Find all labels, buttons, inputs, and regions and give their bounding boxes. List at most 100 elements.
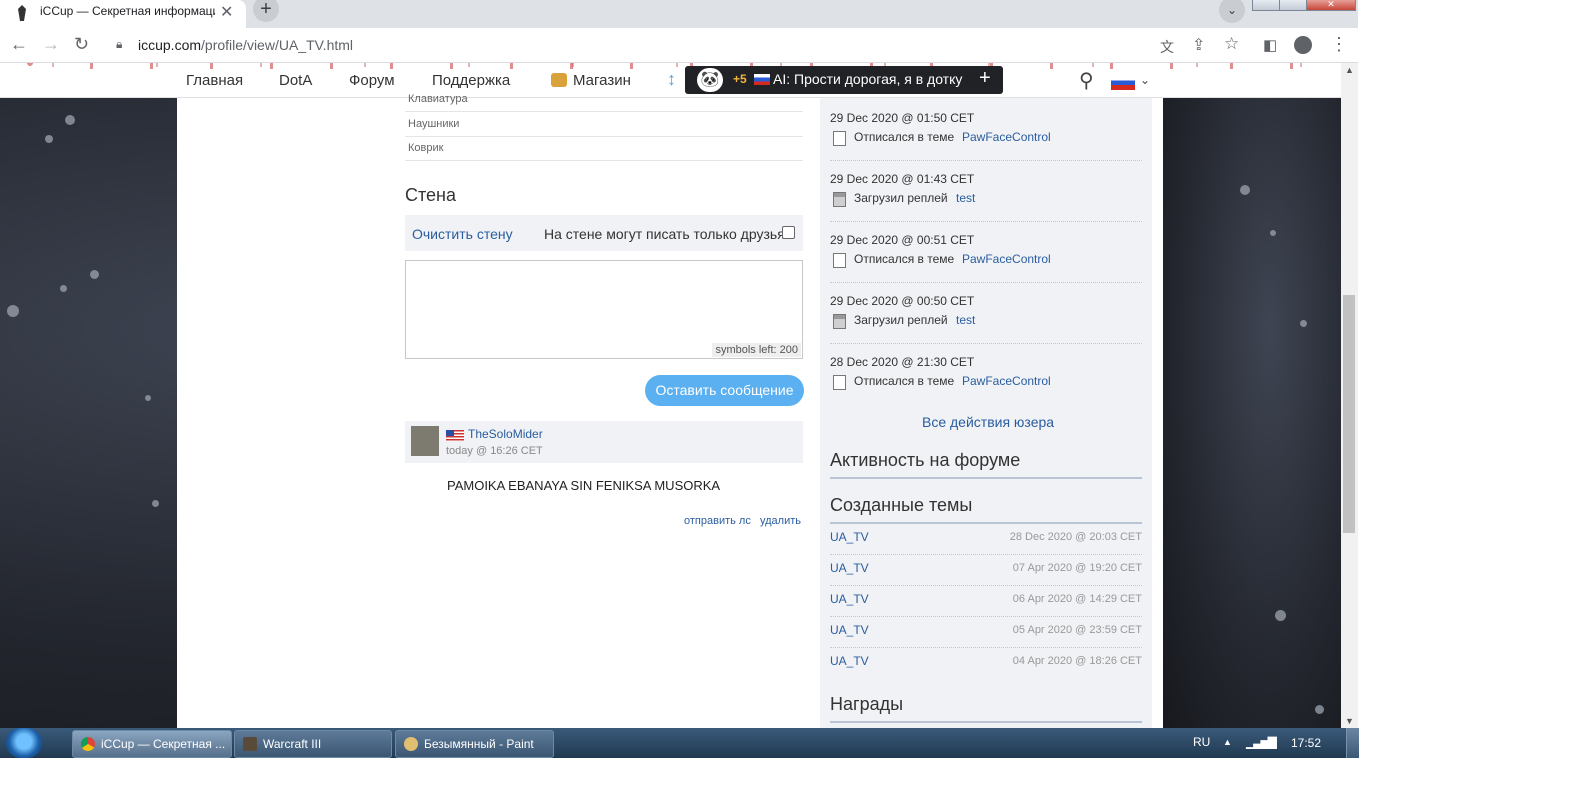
topic-row: UA_TV 28 Dec 2020 @ 20:03 CET bbox=[830, 524, 1142, 555]
post-icon bbox=[833, 375, 846, 390]
delete-post-link[interactable]: удалить bbox=[760, 515, 801, 527]
browser-tab-bar: iCCup — Секретная информаци ✕ + ⌄ ✕ bbox=[0, 0, 1358, 28]
activity-link[interactable]: PawFaceControl bbox=[962, 374, 1051, 388]
page-scrollbar[interactable]: ▲ ▼ bbox=[1341, 63, 1358, 728]
topic-link[interactable]: UA_TV bbox=[830, 561, 869, 575]
avatar[interactable] bbox=[411, 426, 439, 456]
activity-text: Загрузил реплей bbox=[854, 191, 948, 205]
topic-row: UA_TV 05 Apr 2020 @ 23:59 CET bbox=[830, 617, 1142, 648]
topic-date: 05 Apr 2020 @ 23:59 CET bbox=[1012, 624, 1142, 636]
iccup-favicon-icon bbox=[18, 5, 26, 21]
all-actions-link[interactable]: Все действия юзера bbox=[922, 414, 1054, 430]
new-tab-button[interactable]: + bbox=[253, 0, 279, 22]
tab-title: iCCup — Секретная информаци bbox=[40, 4, 215, 18]
profile-avatar-icon[interactable] bbox=[1294, 36, 1312, 54]
share-icon[interactable]: ⇪ bbox=[1192, 35, 1205, 55]
spec-label: Коврик bbox=[408, 142, 444, 154]
topic-link[interactable]: UA_TV bbox=[830, 530, 869, 544]
tab-search-chevron-icon[interactable]: ⌄ bbox=[1219, 0, 1245, 23]
post-message-button[interactable]: Оставить сообщение bbox=[645, 375, 804, 406]
activity-date: 29 Dec 2020 @ 00:51 CET bbox=[830, 233, 975, 247]
friends-only-checkbox[interactable] bbox=[782, 226, 795, 239]
topic-date: 07 Apr 2020 @ 19:20 CET bbox=[1012, 562, 1142, 574]
maximize-button[interactable] bbox=[1279, 0, 1307, 11]
url-domain: iccup.com bbox=[138, 37, 202, 53]
wall-message-input[interactable]: symbols left: 200 bbox=[405, 260, 803, 359]
activity-date: 29 Dec 2020 @ 01:43 CET bbox=[830, 172, 975, 186]
activity-date: 29 Dec 2020 @ 01:50 CET bbox=[830, 111, 975, 125]
windows-taskbar: iCCup — Секретная ... Warcraft III Безым… bbox=[0, 728, 1359, 758]
scroll-up-arrow-icon[interactable]: ▲ bbox=[1345, 65, 1354, 75]
activity-item: 29 Dec 2020 @ 00:50 CET Загрузил реплей … bbox=[830, 282, 1142, 344]
reload-icon[interactable]: ↻ bbox=[74, 34, 89, 55]
topic-date: 04 Apr 2020 @ 18:26 CET bbox=[1012, 655, 1142, 667]
close-window-button[interactable]: ✕ bbox=[1306, 0, 1356, 11]
topic-date: 28 Dec 2020 @ 20:03 CET bbox=[1009, 531, 1142, 543]
post-body: PAMOIKA EBANAYA SIN FENIKSA MUSORKA bbox=[447, 478, 721, 493]
post-time: today @ 16:26 CET bbox=[446, 445, 543, 457]
activity-link[interactable]: test bbox=[956, 313, 975, 327]
scroll-down-arrow-icon[interactable]: ▼ bbox=[1345, 716, 1354, 726]
back-arrow-icon[interactable]: ← bbox=[10, 34, 28, 55]
activity-item: 28 Dec 2020 @ 21:30 CET Отписался в теме… bbox=[830, 343, 1142, 404]
activity-date: 28 Dec 2020 @ 21:30 CET bbox=[830, 355, 975, 369]
show-desktop-button[interactable] bbox=[1346, 728, 1359, 758]
chrome-icon bbox=[81, 737, 95, 751]
spec-row-headphones: Наушники bbox=[405, 112, 803, 137]
network-signal-icon[interactable]: ▁▃▅▇ bbox=[1246, 735, 1277, 749]
post-icon bbox=[833, 131, 846, 146]
usa-flag-icon bbox=[446, 430, 464, 441]
wall-title: Стена bbox=[405, 185, 457, 205]
taskbar-item-chrome[interactable]: iCCup — Секретная ... bbox=[72, 730, 232, 758]
post-author-link[interactable]: TheSoloMider bbox=[468, 427, 543, 441]
language-indicator[interactable]: RU bbox=[1193, 735, 1210, 749]
wall-post-header: TheSoloMider today @ 16:26 CET bbox=[405, 421, 803, 463]
browser-menu-icon[interactable]: ⋮ bbox=[1330, 34, 1348, 55]
topic-link[interactable]: UA_TV bbox=[830, 654, 869, 668]
lock-icon[interactable]: 🔒︎ bbox=[116, 37, 122, 52]
address-bar[interactable]: iccup.com/profile/view/UA_TV.html bbox=[138, 37, 353, 53]
browser-tab[interactable]: iCCup — Секретная информаци ✕ bbox=[0, 0, 246, 28]
activity-link[interactable]: PawFaceControl bbox=[962, 130, 1051, 144]
scrollbar-thumb[interactable] bbox=[1343, 295, 1355, 533]
paint-icon bbox=[404, 737, 418, 751]
topic-link[interactable]: UA_TV bbox=[830, 592, 869, 606]
topic-link[interactable]: UA_TV bbox=[830, 623, 869, 637]
topic-row: UA_TV 04 Apr 2020 @ 18:26 CET bbox=[830, 648, 1142, 678]
activity-text: Отписался в теме bbox=[854, 252, 955, 266]
start-button[interactable] bbox=[6, 728, 42, 758]
activity-item: 29 Dec 2020 @ 01:50 CET Отписался в теме… bbox=[830, 99, 1142, 161]
forum-activity-title: Активность на форуме bbox=[830, 450, 1142, 479]
activity-text: Отписался в теме bbox=[854, 130, 955, 144]
activity-link[interactable]: PawFaceControl bbox=[962, 252, 1051, 266]
created-topics-title: Созданные темы bbox=[830, 495, 1142, 524]
warcraft-icon bbox=[243, 737, 257, 751]
activity-text: Отписался в теме bbox=[854, 374, 955, 388]
bookmark-star-icon[interactable]: ☆ bbox=[1224, 34, 1239, 54]
translate-icon[interactable]: 文 bbox=[1160, 37, 1174, 57]
send-pm-link[interactable]: отправить лс bbox=[684, 515, 751, 527]
forward-arrow-icon[interactable]: → bbox=[42, 34, 60, 55]
taskbar-item-warcraft[interactable]: Warcraft III bbox=[234, 730, 392, 758]
activity-item: 29 Dec 2020 @ 01:43 CET Загрузил реплей … bbox=[830, 160, 1142, 222]
spec-label: Клавиатура bbox=[408, 93, 468, 105]
tray-clock[interactable]: 17:52 bbox=[1291, 736, 1321, 750]
topic-date: 06 Apr 2020 @ 14:29 CET bbox=[1012, 593, 1142, 605]
clear-wall-link[interactable]: Очистить стену bbox=[412, 226, 513, 242]
close-tab-icon[interactable]: ✕ bbox=[220, 2, 233, 22]
window-controls: ✕ bbox=[1252, 0, 1358, 11]
minimize-button[interactable] bbox=[1252, 0, 1280, 11]
activity-text: Загрузил реплей bbox=[854, 313, 948, 327]
url-path: /profile/view/UA_TV.html bbox=[201, 37, 354, 53]
wall-options-bar: Очистить стену На стене могут писать тол… bbox=[405, 215, 803, 251]
activity-item: 29 Dec 2020 @ 00:51 CET Отписался в теме… bbox=[830, 221, 1142, 283]
replay-icon bbox=[833, 192, 846, 207]
activity-link[interactable]: test bbox=[956, 191, 975, 205]
post-icon bbox=[833, 253, 846, 268]
friends-only-label: На стене могут писать только друзья bbox=[544, 226, 785, 242]
browser-toolbar: ← → ↻ 🔒︎ iccup.com/profile/view/UA_TV.ht… bbox=[0, 28, 1358, 63]
spec-row-mousepad: Коврик bbox=[405, 136, 803, 161]
side-panel-icon[interactable]: ◧ bbox=[1263, 36, 1277, 54]
tray-expand-icon[interactable]: ▲ bbox=[1223, 737, 1232, 747]
taskbar-item-paint[interactable]: Безымянный - Paint bbox=[395, 730, 554, 758]
